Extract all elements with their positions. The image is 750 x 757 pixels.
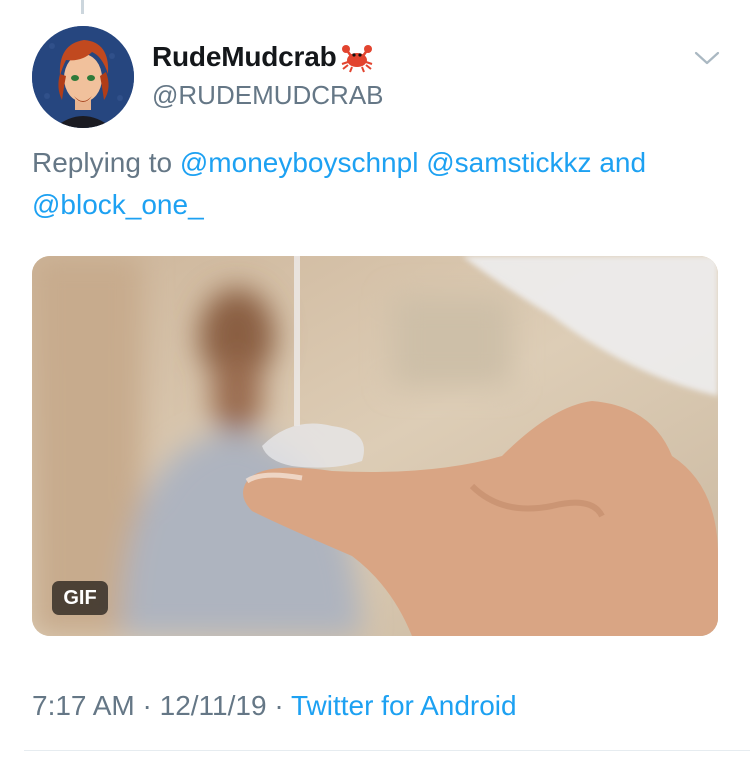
tweet-source-link[interactable]: Twitter for Android — [291, 690, 517, 721]
mention-link[interactable]: @block_one_ — [32, 189, 204, 220]
avatar-image — [32, 26, 134, 128]
thread-connector-line — [81, 0, 84, 14]
display-name[interactable]: RudeMudcrab — [152, 40, 374, 74]
meta-separator: · — [142, 690, 152, 721]
chevron-down-icon[interactable] — [693, 48, 721, 68]
display-name-text: RudeMudcrab — [152, 41, 337, 72]
gif-media[interactable] — [32, 256, 718, 636]
replying-to-label: Replying to — [32, 147, 173, 178]
gif-frame-image — [32, 256, 718, 636]
user-handle[interactable]: @RUDEMUDCRAB — [152, 80, 384, 111]
meta-separator: · — [274, 690, 284, 721]
mention-link[interactable]: @samstickkz — [426, 147, 591, 178]
divider — [24, 750, 750, 751]
tweet-date[interactable]: 12/11/19 — [160, 690, 267, 721]
mention-link[interactable]: @moneyboyschnpl — [180, 147, 419, 178]
tweet-meta: 7:17 AM · 12/11/19 · Twitter for Android — [32, 690, 517, 722]
crab-icon — [342, 45, 373, 73]
avatar[interactable] — [32, 26, 134, 128]
mention-link[interactable]: and — [599, 147, 646, 178]
replying-to: Replying to @moneyboyschnpl @samstickkz … — [32, 142, 722, 226]
gif-badge: GIF — [52, 581, 108, 615]
tweet-time[interactable]: 7:17 AM — [32, 690, 135, 721]
